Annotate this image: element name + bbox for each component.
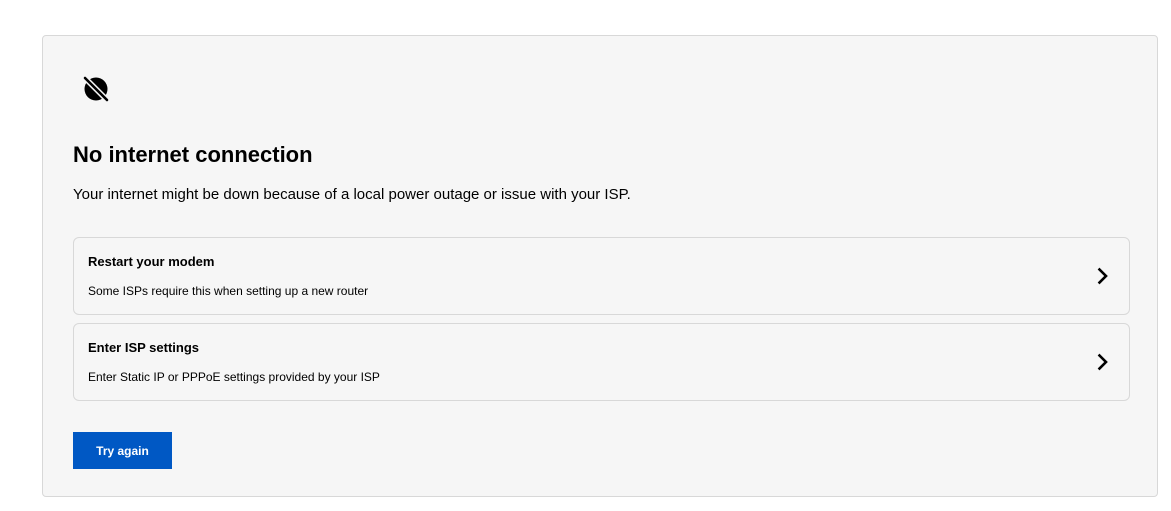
option-title: Restart your modem [88, 254, 215, 269]
chevron-right-icon [1097, 353, 1109, 371]
page-title: No internet connection [73, 142, 313, 167]
option-description: Enter Static IP or PPPoE settings provid… [88, 370, 380, 384]
option-description: Some ISPs require this when setting up a… [88, 284, 369, 298]
option-title: Enter ISP settings [88, 340, 200, 355]
no-internet-icon [79, 72, 113, 106]
status-description: Your internet might be down because of a… [73, 186, 631, 203]
try-again-button[interactable]: Try again [73, 432, 172, 469]
isp-settings-option[interactable]: Enter ISP settings Enter Static IP or PP… [73, 323, 1130, 401]
no-internet-card: No internet connection Your internet mig… [42, 35, 1158, 497]
chevron-right-icon [1097, 267, 1109, 285]
restart-modem-option[interactable]: Restart your modem Some ISPs require thi… [73, 237, 1130, 315]
